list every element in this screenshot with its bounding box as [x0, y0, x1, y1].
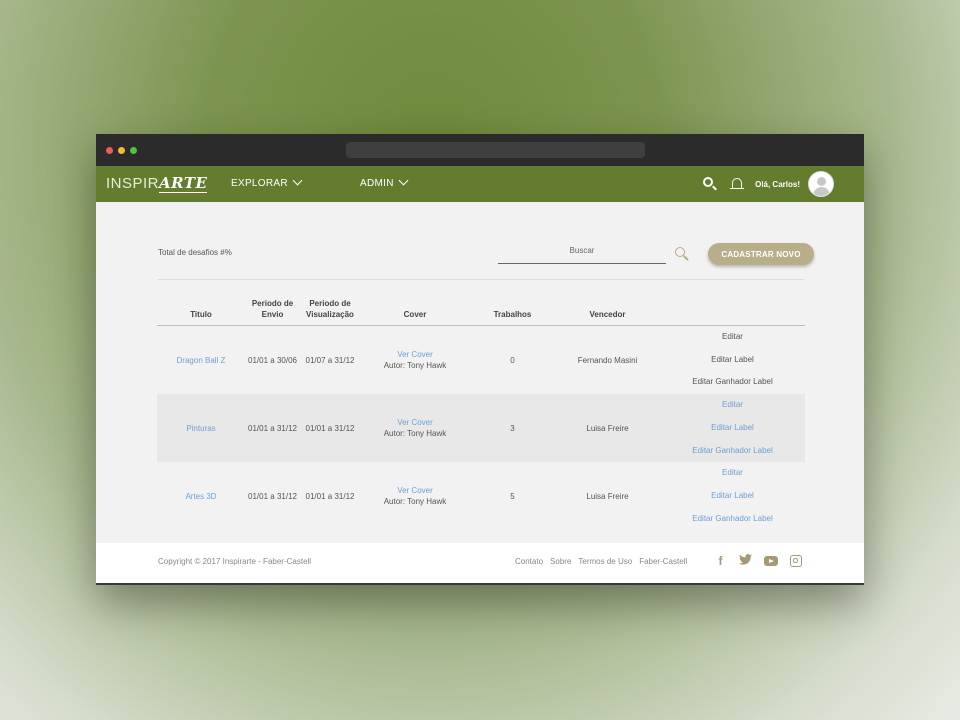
footer-link-contato[interactable]: Contato — [515, 557, 543, 566]
editar-link[interactable]: Editar — [660, 462, 805, 485]
main-content: Total de desafios #% CADASTRAR NOVO Titu… — [96, 202, 864, 545]
avatar[interactable] — [808, 171, 834, 197]
editar-label-link[interactable]: Editar Label — [660, 485, 805, 508]
nav-admin-label: ADMIN — [360, 178, 394, 189]
search-icon[interactable] — [703, 177, 718, 191]
row-titulo-link[interactable]: Dragon Ball Z — [157, 326, 245, 395]
page-footer: Copyright © 2017 Inspirarte - Faber-Cast… — [96, 543, 864, 583]
divider — [158, 279, 804, 280]
ver-cover-link[interactable]: Ver Cover — [360, 417, 470, 428]
row-actions: Editar Editar Label Editar Ganhador Labe… — [660, 326, 805, 395]
row-periodo-visualizacao: 01/01 a 31/12 — [305, 491, 355, 501]
browser-window: INSPIRARTE EXPLORAR ADMIN Olá, Carlos! T… — [96, 134, 864, 585]
table-row: Artes 3D 01/01 a 31/12 01/01 a 31/12 Ver… — [157, 462, 805, 530]
header-titulo: Titulo — [157, 298, 245, 326]
social-links: f — [714, 554, 802, 568]
header-envio-line1: Periodo de — [251, 299, 294, 308]
row-cover-cell: Ver Cover Autor: Tony Hawk — [360, 394, 470, 462]
row-periodo-envio: 01/01 a 31/12 — [248, 491, 297, 501]
row-cover-cell: Ver Cover Autor: Tony Hawk — [360, 462, 470, 530]
row-trabalhos: 3 — [510, 423, 515, 433]
row-periodo-envio: 01/01 a 30/06 — [248, 355, 297, 365]
close-window-dot[interactable] — [106, 147, 113, 154]
row-periodo-envio: 01/01 a 31/12 — [248, 423, 297, 433]
header-cover: Cover — [360, 298, 470, 326]
cover-author: Autor: Tony Hawk — [383, 361, 447, 371]
editar-ganhador-label-link[interactable]: Editar Ganhador Label — [660, 508, 805, 531]
minimize-window-dot[interactable] — [118, 147, 125, 154]
row-actions: Editar Editar Label Editar Ganhador Labe… — [660, 394, 805, 462]
header-periodo-envio: Periodo de Envio — [245, 298, 300, 326]
header-vis-line2: Visualização — [306, 310, 354, 319]
header-periodo-visualizacao: Periodo de Visualização — [300, 298, 360, 326]
table-row: Pinturas 01/01 a 31/12 01/01 a 31/12 Ver… — [157, 394, 805, 463]
footer-links: Contato Sobre Termos de Uso Faber-Castel… — [515, 557, 687, 566]
nav-explorar-menu[interactable]: EXPLORAR — [231, 175, 303, 189]
youtube-icon[interactable] — [764, 556, 778, 566]
header-trabalhos: Trabalhos — [470, 298, 555, 326]
editar-ganhador-label-link[interactable]: Editar Ganhador Label — [660, 371, 805, 394]
bell-icon[interactable] — [730, 177, 745, 192]
row-cover-cell: Ver Cover Autor: Tony Hawk — [360, 326, 470, 395]
table-header-row: Titulo Periodo de Envio Periodo de Visuali… — [157, 298, 805, 326]
header-vencedor: Vencedor — [555, 298, 660, 326]
row-periodo-visualizacao: 01/01 a 31/12 — [305, 423, 355, 433]
header-vis-line1: Periodo de — [309, 299, 351, 308]
row-trabalhos: 0 — [510, 355, 515, 365]
editar-link[interactable]: Editar — [660, 394, 805, 417]
total-challenges-label: Total de desafios #% — [158, 248, 232, 257]
user-greeting[interactable]: Olá, Carlos! — [755, 180, 800, 189]
row-vencedor: Luisa Freire — [586, 423, 629, 433]
chevron-down-icon — [292, 175, 303, 186]
row-vencedor: Fernando Masini — [577, 355, 638, 365]
footer-link-faber-castell[interactable]: Faber-Castell — [639, 557, 687, 566]
facebook-icon[interactable]: f — [714, 554, 727, 568]
nav-explorar-label: EXPLORAR — [231, 178, 288, 189]
row-periodo-visualizacao: 01/07 a 31/12 — [305, 355, 355, 365]
maximize-window-dot[interactable] — [130, 147, 137, 154]
cover-author: Autor: Tony Hawk — [383, 429, 447, 439]
ver-cover-link[interactable]: Ver Cover — [360, 349, 470, 360]
logo-suffix: ARTE — [159, 174, 208, 193]
table-row: Dragon Ball Z 01/01 a 30/06 01/07 a 31/1… — [157, 326, 805, 395]
footer-link-sobre[interactable]: Sobre — [550, 557, 571, 566]
search-input[interactable] — [498, 244, 666, 264]
editar-ganhador-label-link[interactable]: Editar Ganhador Label — [660, 440, 805, 463]
app-logo[interactable]: INSPIRARTE — [106, 174, 208, 193]
editar-link[interactable]: Editar — [660, 326, 805, 349]
cover-author: Autor: Tony Hawk — [383, 497, 447, 507]
challenges-table: Titulo Periodo de Envio Periodo de Visuali… — [157, 298, 805, 530]
header-acoes — [660, 298, 805, 326]
window-titlebar — [96, 134, 864, 166]
row-vencedor: Luisa Freire — [586, 491, 629, 501]
row-titulo-link[interactable]: Pinturas — [157, 394, 245, 462]
row-titulo-link[interactable]: Artes 3D — [157, 462, 245, 530]
row-actions: Editar Editar Label Editar Ganhador Labe… — [660, 462, 805, 530]
instagram-icon[interactable] — [790, 555, 802, 567]
search-icon[interactable] — [675, 247, 689, 261]
copyright-text: Copyright © 2017 Inspirarte - Faber-Cast… — [158, 557, 312, 566]
window-bottom-edge — [96, 583, 864, 585]
row-trabalhos: 5 — [510, 491, 515, 501]
logo-prefix: INSPIR — [106, 175, 160, 192]
twitter-icon[interactable] — [739, 554, 752, 568]
register-new-button[interactable]: CADASTRAR NOVO — [708, 243, 814, 265]
address-bar[interactable] — [346, 142, 645, 158]
ver-cover-link[interactable]: Ver Cover — [360, 485, 470, 496]
nav-user-area: Olá, Carlos! — [703, 171, 834, 197]
footer-link-termos[interactable]: Termos de Uso — [578, 557, 632, 566]
header-envio-line2: Envio — [261, 310, 284, 319]
editar-label-link[interactable]: Editar Label — [660, 417, 805, 440]
top-navbar: INSPIRARTE EXPLORAR ADMIN Olá, Carlos! — [96, 166, 864, 202]
chevron-down-icon — [398, 175, 409, 186]
editar-label-link[interactable]: Editar Label — [660, 349, 805, 372]
nav-admin-menu[interactable]: ADMIN — [360, 175, 409, 189]
